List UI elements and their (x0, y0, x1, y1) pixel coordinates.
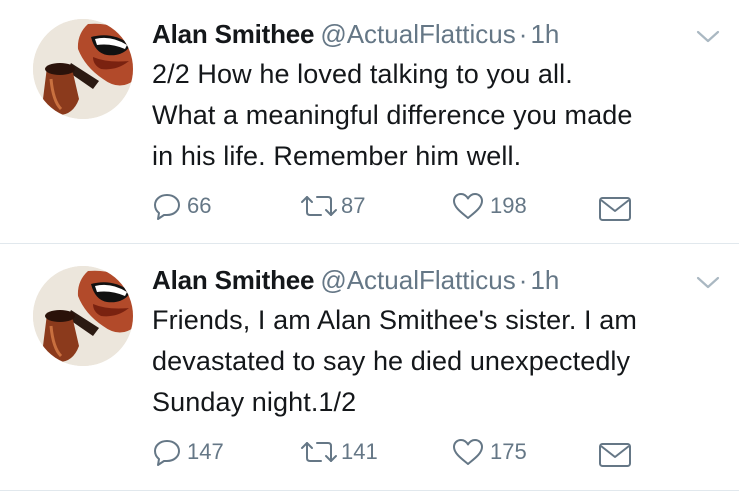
retweet-count: 87 (341, 193, 366, 218)
separator-dot: · (518, 19, 528, 49)
retweet-icon (301, 196, 337, 216)
separator-dot: · (518, 265, 528, 295)
retweet-icon (301, 442, 337, 462)
tweet-menu-button[interactable] (695, 26, 721, 46)
reply-count: 147 (187, 439, 224, 464)
author-name[interactable]: Alan Smithee (152, 19, 315, 49)
like-count: 198 (490, 193, 527, 218)
chevron-down-icon (696, 30, 720, 43)
avatar[interactable] (33, 266, 133, 366)
tweet-text: Friends, I am Alan Smithee's sister. I a… (152, 305, 637, 417)
like-count: 175 (490, 439, 527, 464)
reply-button[interactable]: 147 (153, 435, 224, 469)
timestamp[interactable]: 1h (530, 265, 559, 295)
tweet-menu-button[interactable] (695, 272, 721, 292)
author-name[interactable]: Alan Smithee (152, 265, 315, 295)
timestamp[interactable]: 1h (530, 19, 559, 49)
reply-icon (154, 194, 180, 220)
like-button[interactable]: 175 (452, 435, 527, 469)
retweet-count: 141 (341, 439, 378, 464)
direct-message-button[interactable] (598, 192, 632, 226)
author-handle[interactable]: @ActualFlatticus (320, 19, 515, 49)
author-handle[interactable]: @ActualFlatticus (320, 265, 515, 295)
tweet-divider (0, 243, 739, 244)
reply-icon (154, 440, 180, 466)
pipe-mouth-avatar-icon (33, 266, 133, 366)
avatar[interactable] (33, 19, 133, 119)
tweet-header: Alan Smithee @ActualFlatticus · 1h (152, 17, 559, 51)
tweet[interactable]: Alan Smithee @ActualFlatticus · 1h 2/2 How … (0, 0, 739, 244)
heart-icon (453, 439, 483, 465)
heart-icon (453, 193, 483, 219)
envelope-icon (599, 197, 631, 221)
retweet-button[interactable]: 141 (299, 435, 378, 469)
tweet[interactable]: Alan Smithee @ActualFlatticus · 1h Friends,… (0, 245, 739, 489)
pipe-mouth-avatar-icon (33, 19, 133, 119)
tweet-text: 2/2 How he loved talking to you all. Wha… (152, 59, 633, 171)
tweet-header: Alan Smithee @ActualFlatticus · 1h (152, 263, 559, 297)
retweet-button[interactable]: 87 (299, 189, 365, 223)
reply-button[interactable]: 66 (153, 189, 211, 223)
chevron-down-icon (696, 276, 720, 289)
direct-message-button[interactable] (598, 438, 632, 472)
reply-count: 66 (187, 193, 212, 218)
tweet-divider (0, 490, 739, 491)
like-button[interactable]: 198 (452, 189, 527, 223)
envelope-icon (599, 443, 631, 467)
